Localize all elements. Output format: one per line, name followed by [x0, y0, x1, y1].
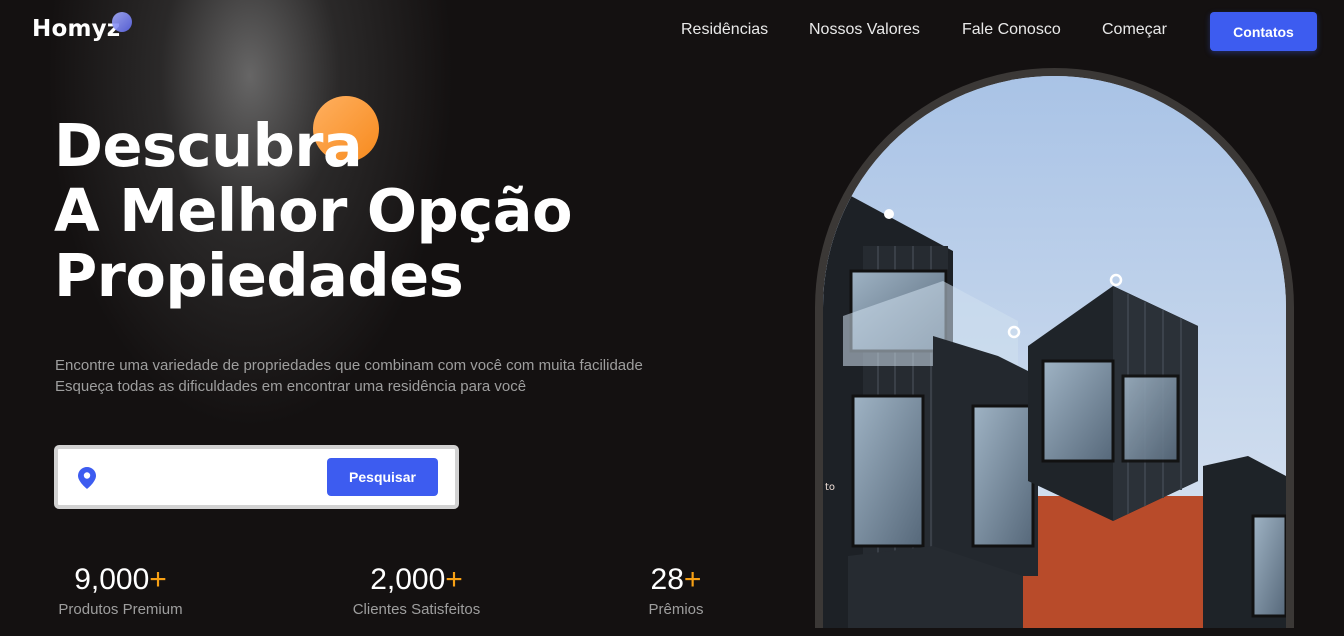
nav-residencias[interactable]: Residências — [681, 21, 768, 39]
stat-label: Prêmios — [648, 601, 704, 618]
search-bar: Pesquisar — [54, 445, 459, 509]
hero-title: Descubra A Melhor Opção Propiedades — [54, 111, 573, 310]
hero-title-line-3: Propiedades — [54, 241, 464, 310]
hero-description-line-2: Esqueça todas as dificuldades em encontr… — [55, 378, 527, 395]
hero-description: Encontre uma variedade de propriedades q… — [55, 355, 643, 397]
image-overlay-text: to — [825, 482, 835, 493]
stat-value: 9,000 — [74, 563, 150, 596]
stat-premios: 28+ Prêmios — [641, 563, 711, 618]
contatos-button[interactable]: Contatos — [1210, 12, 1317, 51]
stat-label: Clientes Satisfeitos — [352, 601, 481, 618]
hero-title-line-2: A Melhor Opção — [54, 176, 573, 245]
stat-clientes: 2,000+ Clientes Satisfeitos — [348, 563, 485, 618]
stat-value: 28 — [650, 563, 684, 596]
pesquisar-button[interactable]: Pesquisar — [327, 458, 438, 496]
hero-title-line-1: Descubra — [54, 111, 363, 180]
nav-nossos-valores[interactable]: Nossos Valores — [809, 21, 920, 39]
location-pin-icon — [78, 467, 96, 493]
nav-fale-conosco[interactable]: Fale Conosco — [962, 21, 1061, 39]
stat-value: 2,000 — [370, 563, 446, 596]
hero-image: to — [815, 68, 1294, 628]
stat-plus: + — [683, 563, 702, 596]
stat-label: Produtos Premium — [58, 601, 183, 618]
logo[interactable]: Homyz — [32, 16, 120, 42]
stat-produtos: 9,000+ Produtos Premium — [54, 563, 187, 618]
logo-dot — [112, 12, 132, 32]
stat-plus: + — [445, 563, 463, 596]
stat-plus: + — [149, 563, 167, 596]
nav-comecar[interactable]: Começar — [1102, 21, 1167, 39]
hero-description-line-1: Encontre uma variedade de propriedades q… — [55, 357, 643, 374]
